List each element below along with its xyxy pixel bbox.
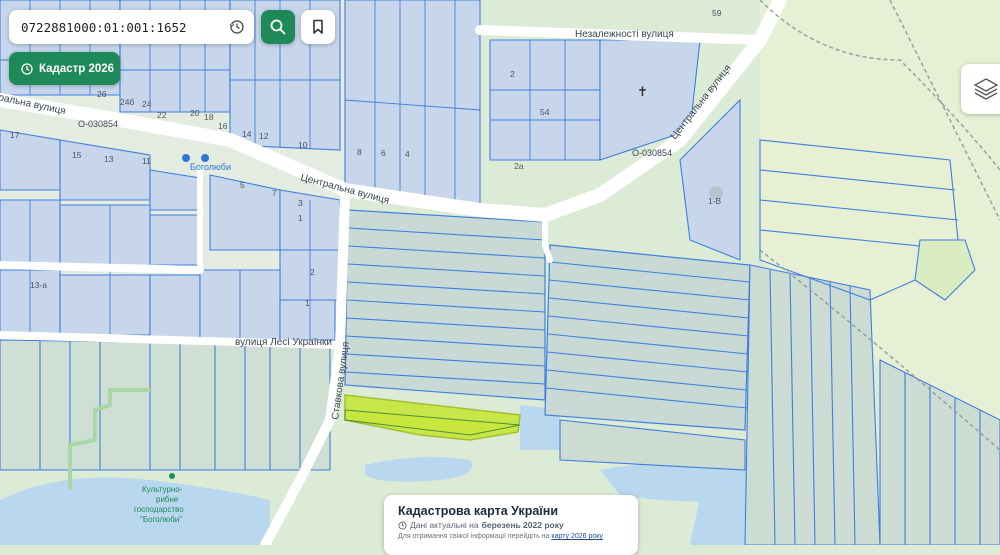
- fish-farm-line-4: "Боголюби": [140, 515, 182, 524]
- house-number-20: 11: [142, 156, 151, 166]
- info-date-value: березень 2022 року: [481, 520, 564, 530]
- clock-icon: [398, 520, 407, 530]
- house-number-22: 5: [240, 180, 245, 190]
- church-icon: ✝: [637, 84, 648, 99]
- house-number-18: 15: [72, 150, 82, 160]
- info-card: Кадастрова карта України Дані актуальні …: [384, 495, 638, 555]
- info-card-note: Для отримання свіжої інформації перейдіт…: [398, 533, 603, 540]
- fish-farm-line-2: рибне: [156, 495, 179, 504]
- info-note-link[interactable]: карту 2026 року: [551, 533, 603, 540]
- bus-icon-2: [201, 154, 209, 162]
- house-number-0: 59: [712, 8, 722, 18]
- house-number-10: 16: [218, 121, 228, 131]
- house-number-23: 3: [298, 198, 303, 208]
- house-number-26: 1: [305, 298, 310, 308]
- layers-icon: [973, 78, 999, 100]
- search-box: [9, 10, 254, 44]
- info-card-title: Кадастрова карта України: [398, 504, 559, 518]
- field-strips-right: [544, 244, 751, 431]
- search-button[interactable]: [261, 10, 295, 44]
- kadastr-2026-button[interactable]: Кадастр 2026: [9, 52, 120, 85]
- cadastral-number-input[interactable]: [21, 19, 221, 35]
- bookmark-icon: [313, 19, 323, 34]
- house-number-7: 20: [190, 108, 200, 118]
- house-number-21: 7: [272, 188, 277, 198]
- house-number-17: 17: [10, 130, 20, 140]
- info-card-date: Дані актуальні на березень 2022 року: [398, 520, 564, 530]
- house-number-13: 10: [298, 140, 308, 150]
- info-date-prefix: Дані актуальні на: [410, 520, 479, 530]
- road-code-left: О-030854: [78, 119, 118, 129]
- house-number-9: 22: [157, 110, 167, 120]
- house-number-8: 18: [204, 112, 214, 122]
- house-number-25: 2: [310, 267, 315, 277]
- fish-farm-icon: [169, 473, 175, 479]
- house-number-19: 13: [104, 154, 114, 164]
- house-number-1: 2: [510, 69, 515, 79]
- house-number-24: 1: [298, 213, 303, 223]
- fish-farm-line-1: Культурно-: [142, 485, 183, 494]
- history-button[interactable]: [228, 18, 246, 36]
- house-number-28: 1-В: [708, 196, 722, 206]
- house-number-11: 14: [242, 129, 252, 139]
- fish-farm-line-3: господарство: [134, 505, 184, 514]
- bus-icon: [182, 154, 190, 162]
- kadastr-2026-label: Кадастр 2026: [39, 62, 115, 75]
- house-number-3: 2а: [514, 161, 524, 171]
- house-number-4: 26: [97, 89, 107, 99]
- house-number-15: 6: [381, 148, 386, 158]
- cadastral-map[interactable]: Незалежності вулиця Центральна вулиця Це…: [0, 0, 1000, 545]
- road-code-right: О-030854: [632, 148, 672, 158]
- layers-button[interactable]: [961, 64, 1000, 114]
- bookmark-button[interactable]: [301, 10, 335, 44]
- house-number-6: 24: [142, 99, 152, 109]
- search-icon: [270, 19, 286, 35]
- street-lesi: вулиця Лесі Українки: [235, 337, 332, 348]
- house-number-14: 8: [357, 147, 362, 157]
- house-number-5: 24б: [120, 97, 134, 107]
- history-icon: [229, 20, 244, 34]
- house-number-2: 54: [540, 107, 550, 117]
- house-number-27: 13-а: [30, 280, 47, 290]
- house-number-12: 12: [259, 131, 269, 141]
- street-nezalezhnosti: Незалежності вулиця: [575, 29, 674, 40]
- info-note-text: Для отримання свіжої інформації перейдіт…: [398, 533, 550, 540]
- house-number-16: 4: [405, 149, 410, 159]
- clock-icon: [21, 62, 33, 75]
- bus-stop-label: Боголюби: [190, 162, 231, 172]
